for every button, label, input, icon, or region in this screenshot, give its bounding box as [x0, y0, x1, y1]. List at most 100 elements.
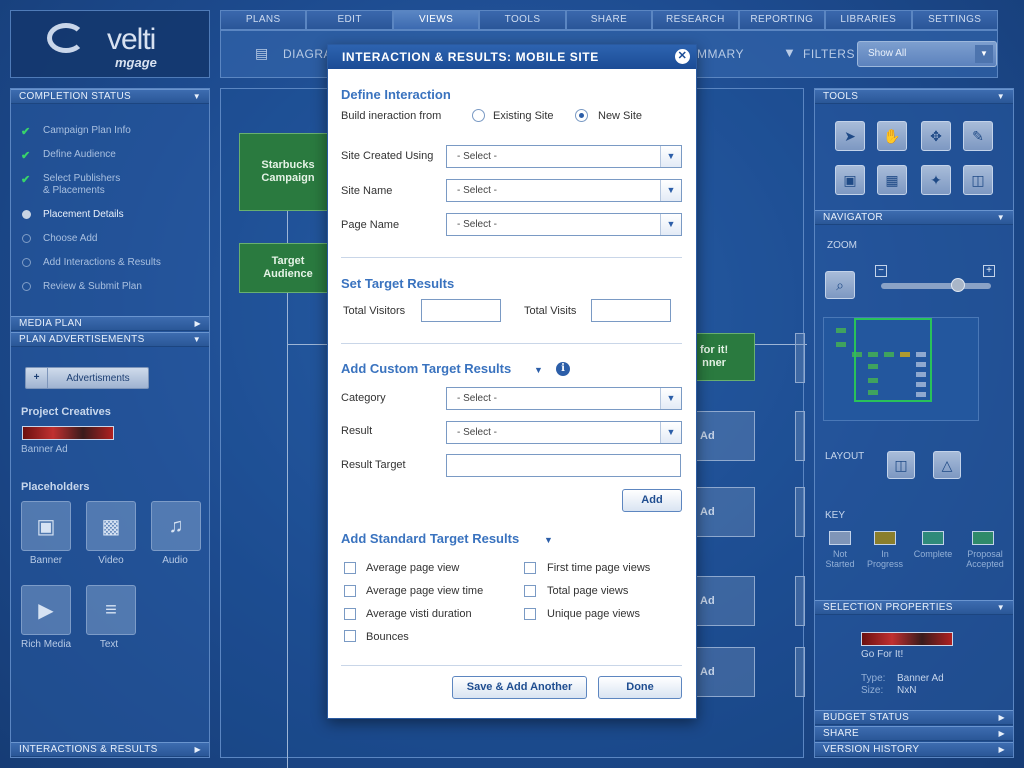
placeholder-video[interactable]: ▩	[86, 501, 136, 551]
version-history-header[interactable]: VERSION HISTORY ▶	[815, 742, 1013, 757]
expand-triangle-icon[interactable]: ▼	[534, 365, 543, 375]
placeholder-label: Video	[98, 555, 124, 566]
budget-status-title: BUDGET STATUS	[823, 712, 910, 723]
tab-share[interactable]: SHARE	[565, 10, 653, 30]
expand-triangle-icon[interactable]: ▼	[544, 535, 553, 545]
banner-ad-thumbnail[interactable]	[22, 426, 114, 440]
tab-views[interactable]: VIEWS	[392, 10, 480, 30]
tab-edit[interactable]: EDIT	[306, 10, 393, 30]
zoom-slider-handle[interactable]	[951, 278, 965, 292]
step-item[interactable]: Add Interactions & Results	[21, 257, 161, 281]
hand-tool-icon[interactable]: ✋	[877, 121, 907, 151]
pen-tool-icon[interactable]: ✎	[963, 121, 993, 151]
grid-tool-icon[interactable]: ▦	[877, 165, 907, 195]
site-name-label: Site Name	[341, 185, 393, 197]
navigator-header[interactable]: NAVIGATOR ▼	[815, 210, 1013, 225]
placeholder-text[interactable]: ≡	[86, 585, 136, 635]
move-tool-icon[interactable]: ✥	[921, 121, 951, 151]
checkbox-average-page-view-time[interactable]	[344, 585, 356, 597]
close-icon[interactable]: ✕	[675, 49, 690, 64]
checkbox-total-page-views[interactable]	[524, 585, 536, 597]
checkbox-average-page-view[interactable]	[344, 562, 356, 574]
result-target-input[interactable]	[446, 454, 681, 477]
layout-horizontal-icon[interactable]: ◫	[887, 451, 915, 479]
zoom-slider[interactable]	[881, 283, 991, 289]
tab-plans[interactable]: PLANS	[220, 10, 307, 30]
node-ad[interactable]: Ad	[695, 576, 755, 626]
share-header[interactable]: SHARE ▶	[815, 726, 1013, 741]
selection-properties-header[interactable]: SELECTION PROPERTIES ▼	[815, 600, 1013, 615]
placeholder-rich-media[interactable]: ▶	[21, 585, 71, 635]
node-edge	[795, 333, 805, 383]
completion-status-header[interactable]: COMPLETION STATUS ▼	[11, 89, 209, 104]
tab-research[interactable]: RESEARCH	[652, 10, 739, 30]
result-select[interactable]: - Select - ▼	[446, 421, 682, 444]
zoom-out-button[interactable]: −	[875, 265, 887, 277]
save-add-another-button[interactable]: Save & Add Another	[452, 676, 587, 699]
status-dot-icon	[22, 258, 31, 267]
budget-status-header[interactable]: BUDGET STATUS ▶	[815, 710, 1013, 725]
magic-wand-icon[interactable]: ✦	[921, 165, 951, 195]
site-name-select[interactable]: - Select - ▼	[446, 179, 682, 202]
hierarchy-tool-icon[interactable]: ◫	[963, 165, 993, 195]
step-item[interactable]: Choose Add	[21, 233, 161, 257]
page-name-select[interactable]: - Select - ▼	[446, 213, 682, 236]
tools-header[interactable]: TOOLS ▼	[815, 89, 1013, 104]
checkbox-average-visit-duration[interactable]	[344, 608, 356, 620]
checkbox-bounces[interactable]	[344, 630, 356, 642]
step-item[interactable]: Placement Details	[21, 209, 161, 233]
minimap-viewport[interactable]	[854, 318, 932, 402]
tab-tools[interactable]: TOOLS	[479, 10, 566, 30]
media-plan-header[interactable]: MEDIA PLAN ▶	[11, 316, 209, 331]
zoom-in-button[interactable]: +	[983, 265, 995, 277]
diagram-view-button[interactable]: DIAGRA	[283, 47, 332, 61]
connect-tool-icon[interactable]: ▣	[835, 165, 865, 195]
chevron-down-icon: ▼	[660, 388, 681, 409]
pointer-tool-icon[interactable]: ➤	[835, 121, 865, 151]
summary-view-button[interactable]: MMARY	[697, 47, 744, 61]
node-target-audience[interactable]: Target Audience	[239, 243, 337, 293]
tab-settings[interactable]: SETTINGS	[911, 10, 998, 30]
node-label: Ad	[700, 429, 715, 442]
step-item[interactable]: Review & Submit Plan	[21, 281, 161, 305]
step-item[interactable]: ✔ Define Audience	[21, 149, 161, 173]
add-button[interactable]: Add	[622, 489, 682, 512]
new-site-radio[interactable]	[575, 109, 588, 122]
category-select[interactable]: - Select - ▼	[446, 387, 682, 410]
step-item[interactable]: ✔ Select Publishers & Placements	[21, 173, 161, 209]
navigator-minimap[interactable]	[823, 317, 979, 421]
node-go-for-it-banner[interactable]: for it! nner	[695, 333, 755, 381]
plus-icon: +	[26, 368, 48, 388]
tools-title: TOOLS	[823, 91, 859, 102]
node-starbucks-campaign[interactable]: Starbucks Campaign	[239, 133, 337, 211]
plan-ads-header[interactable]: PLAN ADVERTISEMENTS ▼	[11, 332, 209, 347]
info-icon[interactable]: i	[556, 362, 570, 376]
interactions-header[interactable]: INTERACTIONS & RESULTS ▶	[11, 742, 209, 757]
checkbox-unique-page-views[interactable]	[524, 608, 536, 620]
check-icon: ✔	[21, 174, 31, 186]
status-dot-icon	[22, 234, 31, 243]
zoom-magnifier-icon[interactable]: ⌕	[825, 271, 855, 299]
node-edge	[795, 411, 805, 461]
placeholder-audio[interactable]: ♫	[151, 501, 201, 551]
done-button[interactable]: Done	[598, 676, 682, 699]
node-ad[interactable]: Ad	[695, 411, 755, 461]
filter-select[interactable]: Show All ▼	[857, 41, 997, 67]
add-advertisement-button[interactable]: + Advertisments	[25, 367, 149, 389]
total-visits-input[interactable]	[591, 299, 671, 322]
divider	[341, 343, 682, 344]
layout-vertical-icon[interactable]: △	[933, 451, 961, 479]
page-name-label: Page Name	[341, 219, 400, 231]
node-ad[interactable]: Ad	[695, 647, 755, 697]
tab-libraries[interactable]: LIBRARIES	[825, 10, 912, 30]
step-item[interactable]: ✔ Campaign Plan Info	[21, 125, 161, 149]
tab-reporting[interactable]: REPORTING	[738, 10, 826, 30]
collapse-icon: ▼	[192, 92, 201, 101]
placeholder-banner[interactable]: ▣	[21, 501, 71, 551]
checkbox-first-time-page-views[interactable]	[524, 562, 536, 574]
node-ad[interactable]: Ad	[695, 487, 755, 537]
checkbox-label: Unique page views	[547, 608, 640, 620]
existing-site-radio[interactable]	[472, 109, 485, 122]
total-visitors-input[interactable]	[421, 299, 501, 322]
site-created-using-select[interactable]: - Select - ▼	[446, 145, 682, 168]
